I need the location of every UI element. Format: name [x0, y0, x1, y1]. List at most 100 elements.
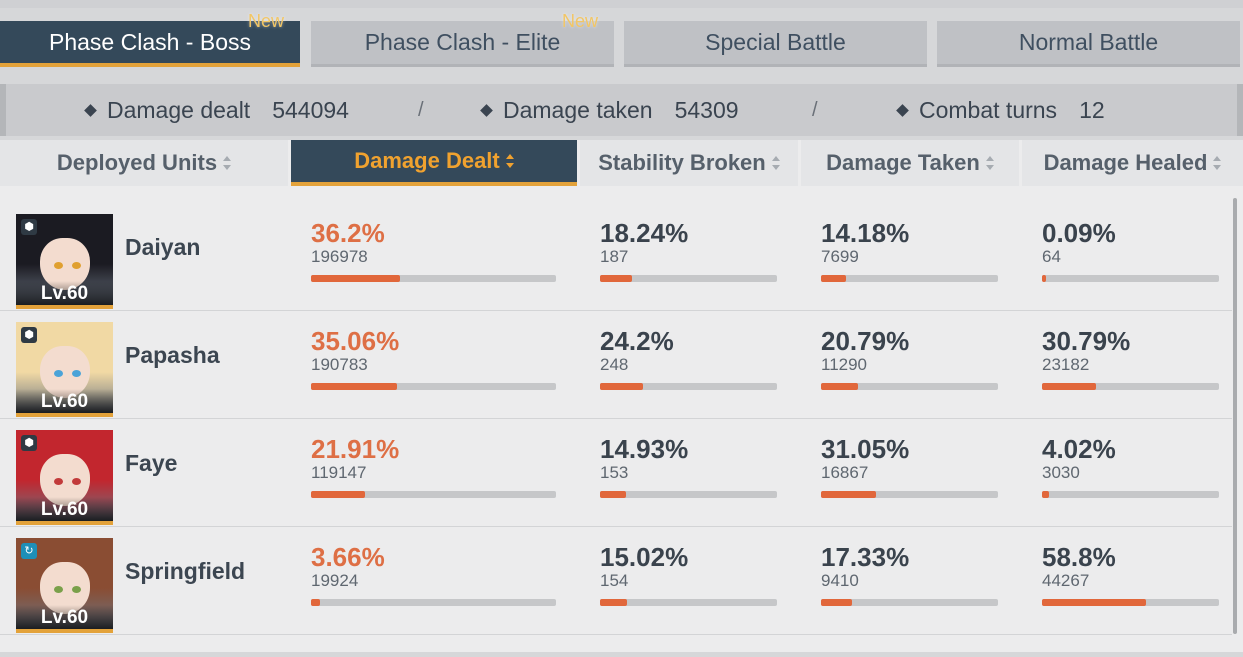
sort-icon	[1213, 156, 1222, 170]
unit-level: Lv.60	[16, 497, 113, 521]
unit-name: Papasha	[125, 342, 220, 368]
shield-icon: ⬢	[21, 435, 37, 451]
stat-value: 154	[600, 571, 629, 590]
portrait-eye	[72, 478, 81, 485]
summary-separator: /	[418, 98, 424, 121]
unit-row[interactable]: ⬢ Lv.60 Faye 21.91% 119147 14.93% 153 31.05% 168…	[0, 420, 1232, 527]
column-header-damage-dealt[interactable]: Damage Dealt	[291, 140, 577, 186]
summary-damage-dealt: Damage dealt 544094	[84, 84, 349, 136]
mode-tabs: Phase Clash - Boss New Phase Clash - Eli…	[0, 11, 1243, 71]
stat-percent: 31.05%	[821, 434, 910, 464]
sort-icon	[223, 156, 232, 170]
stat-percent: 30.79%	[1042, 326, 1131, 356]
diamond-icon	[84, 103, 97, 117]
portrait-eye	[72, 586, 81, 593]
unit-avatar[interactable]: ⬢ Lv.60	[16, 322, 113, 417]
tab-phase-clash-elite[interactable]: Phase Clash - Elite New	[311, 11, 614, 67]
stat-value: 16867	[821, 463, 869, 482]
column-header-stability-broken[interactable]: Stability Broken	[580, 140, 798, 186]
unit-row[interactable]: ↻ Lv.60 Springfield 3.66% 19924 15.02% 154 17.3…	[0, 528, 1232, 635]
scrollbar[interactable]	[1233, 198, 1237, 634]
summary-value: 12	[1079, 96, 1105, 123]
summary-label: Combat turns	[919, 96, 1058, 123]
stat-cell: 30.79% 23182	[1042, 326, 1219, 390]
tab-label: Phase Clash - Elite	[364, 29, 561, 55]
stat-bar	[311, 491, 556, 498]
shield-icon: ⬢	[21, 219, 37, 235]
stat-value: 187	[600, 247, 629, 266]
column-label: Damage Dealt	[354, 148, 500, 173]
stat-bar	[600, 599, 777, 606]
stat-bar-fill	[311, 275, 400, 282]
stat-percent: 21.91%	[311, 434, 400, 464]
column-label: Damage Healed	[1043, 150, 1208, 175]
stat-bar	[1042, 491, 1219, 498]
stat-bar	[821, 275, 998, 282]
stat-cell: 21.91% 119147	[311, 434, 556, 498]
stat-bar-fill	[1042, 275, 1046, 282]
support-icon: ↻	[21, 543, 37, 559]
unit-name: Faye	[125, 450, 178, 476]
stat-percent: 24.2%	[600, 326, 674, 356]
stat-bar	[821, 599, 998, 606]
stat-bar-fill	[821, 383, 858, 390]
stat-percent: 20.79%	[821, 326, 910, 356]
stat-bar	[311, 383, 556, 390]
stat-bar-fill	[821, 491, 876, 498]
stat-bar	[311, 275, 556, 282]
unit-avatar[interactable]: ⬢ Lv.60	[16, 214, 113, 309]
column-header-deployed-units[interactable]: Deployed Units	[0, 140, 288, 186]
column-header-damage-healed[interactable]: Damage Healed	[1022, 140, 1243, 186]
column-label: Stability Broken	[598, 150, 766, 175]
stat-bar-fill	[821, 599, 852, 606]
stat-value: 23182	[1042, 355, 1090, 374]
stat-value: 196978	[311, 247, 368, 266]
stat-bar	[311, 599, 556, 606]
summary-value: 54309	[674, 96, 739, 123]
column-header-damage-taken[interactable]: Damage Taken	[801, 140, 1019, 186]
stat-value: 11290	[821, 355, 868, 374]
stat-percent: 58.8%	[1042, 542, 1116, 572]
stat-cell: 14.93% 153	[600, 434, 777, 498]
stat-value: 64	[1042, 247, 1061, 266]
tab-phase-clash-boss[interactable]: Phase Clash - Boss New	[0, 11, 300, 67]
stat-bar-fill	[1042, 491, 1050, 498]
portrait-eye	[54, 262, 63, 269]
unit-name: Daiyan	[125, 234, 201, 260]
stat-cell: 36.2% 196978	[311, 218, 556, 282]
summary-separator: /	[812, 98, 818, 121]
unit-row[interactable]: ⬢ Lv.60 Daiyan 36.2% 196978 18.24% 187 14.18% 76…	[0, 204, 1232, 311]
top-strip	[0, 0, 1243, 8]
tab-special-battle[interactable]: Special Battle	[624, 21, 927, 67]
summary-combat-turns: Combat turns 12	[896, 84, 1105, 136]
stat-cell: 18.24% 187	[600, 218, 777, 282]
stat-cell: 3.66% 19924	[311, 542, 556, 606]
stat-bar	[821, 383, 998, 390]
summary-damage-taken: Damage taken 54309	[480, 84, 739, 136]
stat-bar	[1042, 383, 1219, 390]
portrait-eye	[54, 586, 63, 593]
unit-row[interactable]: ⬢ Lv.60 Papasha 35.06% 190783 24.2% 248 20.79% 1…	[0, 312, 1232, 419]
stat-cell: 35.06% 190783	[311, 326, 556, 390]
stat-cell: 4.02% 3030	[1042, 434, 1219, 498]
unit-name: Springfield	[125, 558, 246, 584]
unit-avatar[interactable]: ↻ Lv.60	[16, 538, 113, 633]
stat-bar-fill	[600, 383, 643, 390]
stat-bar	[600, 383, 777, 390]
unit-avatar[interactable]: ⬢ Lv.60	[16, 430, 113, 525]
stat-value: 19924	[311, 571, 359, 590]
tab-label: Special Battle	[705, 29, 846, 55]
stat-bar-fill	[600, 491, 627, 498]
stat-percent: 0.09%	[1042, 218, 1116, 248]
tab-label: Normal Battle	[1018, 29, 1159, 55]
stat-bar	[1042, 599, 1219, 606]
sort-icon	[985, 156, 994, 170]
stat-cell: 0.09% 64	[1042, 218, 1219, 282]
stat-value: 3030	[1042, 463, 1080, 482]
stats-table: Deployed Units Damage Dealt Stability Br…	[0, 140, 1243, 652]
column-label: Deployed Units	[56, 150, 218, 175]
column-label: Damage Taken	[826, 150, 980, 175]
diamond-icon	[896, 103, 909, 117]
stat-bar-fill	[600, 275, 633, 282]
tab-normal-battle[interactable]: Normal Battle	[937, 21, 1240, 67]
